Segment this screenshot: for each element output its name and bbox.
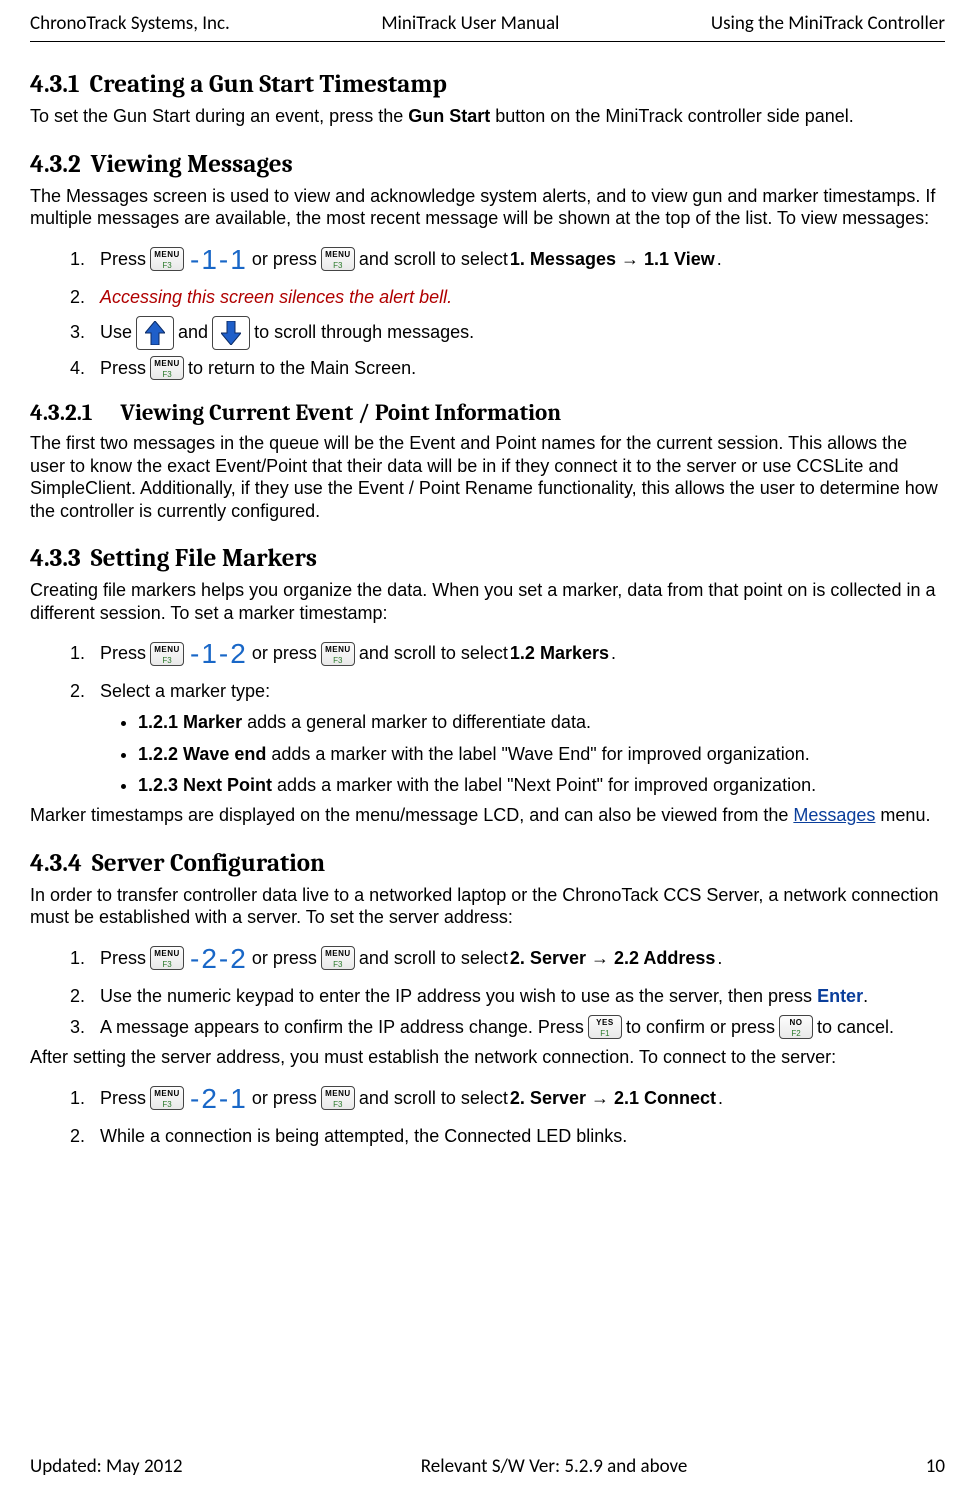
arrow-up-key-icon [136,316,174,350]
key-code: -1-2 [190,634,248,673]
heading-number: 4.3.4 [30,849,82,878]
ordered-list: Press MENUF3 -1-2 or press MENUF3 and sc… [30,634,945,798]
menu-key-icon: MENUF3 [321,1086,355,1110]
header-right: Using the MiniTrack Controller [711,12,945,35]
list-item: Use the numeric keypad to enter the IP a… [90,984,945,1009]
paragraph: In order to transfer controller data liv… [30,884,945,929]
menu-key-icon: MENUF3 [150,642,184,666]
ordered-list: Press MENUF3 -2-2 or press MENUF3 and sc… [30,939,945,1041]
heading-number: 4.3.3 [30,544,81,573]
yes-key-icon: YESF1 [588,1015,622,1039]
menu-key-icon: MENUF3 [150,247,184,271]
paragraph: Marker timestamps are displayed on the m… [30,804,945,827]
bold-text: 1. Messages → 1.1 View [510,247,715,272]
unordered-list: 1.2.1 Marker adds a general marker to di… [100,710,945,798]
messages-link[interactable]: Messages [793,805,875,825]
list-item: 1.2.3 Next Point adds a marker with the … [138,773,945,798]
heading-431: 4.3.1 Creating a Gun Start Timestamp [30,70,945,99]
header-left: ChronoTrack Systems, Inc. [30,12,230,35]
footer-left: Updated: May 2012 [30,1455,182,1478]
list-item: Press MENUF3 -2-2 or press MENUF3 and sc… [90,939,945,978]
menu-key-icon: MENUF3 [321,247,355,271]
paragraph: The Messages screen is used to view and … [30,185,945,230]
header-center: MiniTrack User Manual [381,12,559,35]
paragraph: Creating file markers helps you organize… [30,579,945,624]
heading-text: Server Configuration [92,849,325,878]
bold-text: 2. Server → 2.2 Address [510,946,715,971]
heading-434: 4.3.4 Server Configuration [30,849,945,878]
heading-text: Setting File Markers [91,544,317,573]
key-code: -2-1 [190,1079,248,1118]
menu-key-icon: MENUF3 [321,642,355,666]
menu-key-icon: MENUF3 [150,946,184,970]
list-item: Press MENUF3 -1-1 or press MENUF3 and sc… [90,240,945,279]
note-text: Accessing this screen silences the alert… [100,287,452,307]
heading-433: 4.3.3 Setting File Markers [30,544,945,573]
list-item: Press MENUF3 -2-1 or press MENUF3 and sc… [90,1079,945,1118]
menu-key-icon: MENUF3 [321,946,355,970]
ordered-list: Press MENUF3 -1-1 or press MENUF3 and sc… [30,240,945,382]
heading-number: 4.3.2.1 [30,399,92,426]
footer-page-number: 10 [926,1455,945,1478]
list-item: Press MENUF3 to return to the Main Scree… [90,356,945,381]
list-item: Select a marker type: 1.2.1 Marker adds … [90,679,945,798]
list-item: 1.2.2 Wave end adds a marker with the la… [138,742,945,767]
no-key-icon: NOF2 [779,1015,813,1039]
ordered-list: Press MENUF3 -2-1 or press MENUF3 and sc… [30,1079,945,1149]
key-code: -2-2 [190,939,248,978]
list-item: Press MENUF3 -1-2 or press MENUF3 and sc… [90,634,945,673]
heading-text: Viewing Messages [91,150,293,179]
page-header: ChronoTrack Systems, Inc. MiniTrack User… [30,0,945,42]
heading-number: 4.3.1 [30,70,79,99]
bold-text: Gun Start [408,106,490,126]
list-item: While a connection is being attempted, t… [90,1124,945,1149]
bold-text: 2. Server → 2.1 Connect [510,1086,716,1111]
list-item: 1.2.1 Marker adds a general marker to di… [138,710,945,735]
page: ChronoTrack Systems, Inc. MiniTrack User… [0,0,975,1492]
bold-text: 1.2 Markers [510,641,609,666]
menu-key-icon: MENUF3 [150,1086,184,1110]
arrow-down-key-icon [212,316,250,350]
paragraph: After setting the server address, you mu… [30,1046,945,1069]
footer-center: Relevant S/W Ver: 5.2.9 and above [421,1455,688,1478]
paragraph: The first two messages in the queue will… [30,432,945,522]
menu-key-icon: MENUF3 [150,356,184,380]
heading-text: Creating a Gun Start Timestamp [89,70,446,99]
heading-4321: 4.3.2.1 Viewing Current Event / Point Inf… [30,399,945,426]
list-item: Use and to scroll through messages. [90,316,945,350]
page-footer: Updated: May 2012 Relevant S/W Ver: 5.2.… [30,1455,945,1478]
heading-432: 4.3.2 Viewing Messages [30,150,945,179]
enter-text: Enter [817,986,863,1006]
paragraph: To set the Gun Start during an event, pr… [30,105,945,128]
key-code: -1-1 [190,240,248,279]
list-item: Accessing this screen silences the alert… [90,285,945,310]
list-item: A message appears to confirm the IP addr… [90,1015,945,1040]
heading-number: 4.3.2 [30,150,81,179]
heading-text: Viewing Current Event / Point Informatio… [120,399,561,426]
